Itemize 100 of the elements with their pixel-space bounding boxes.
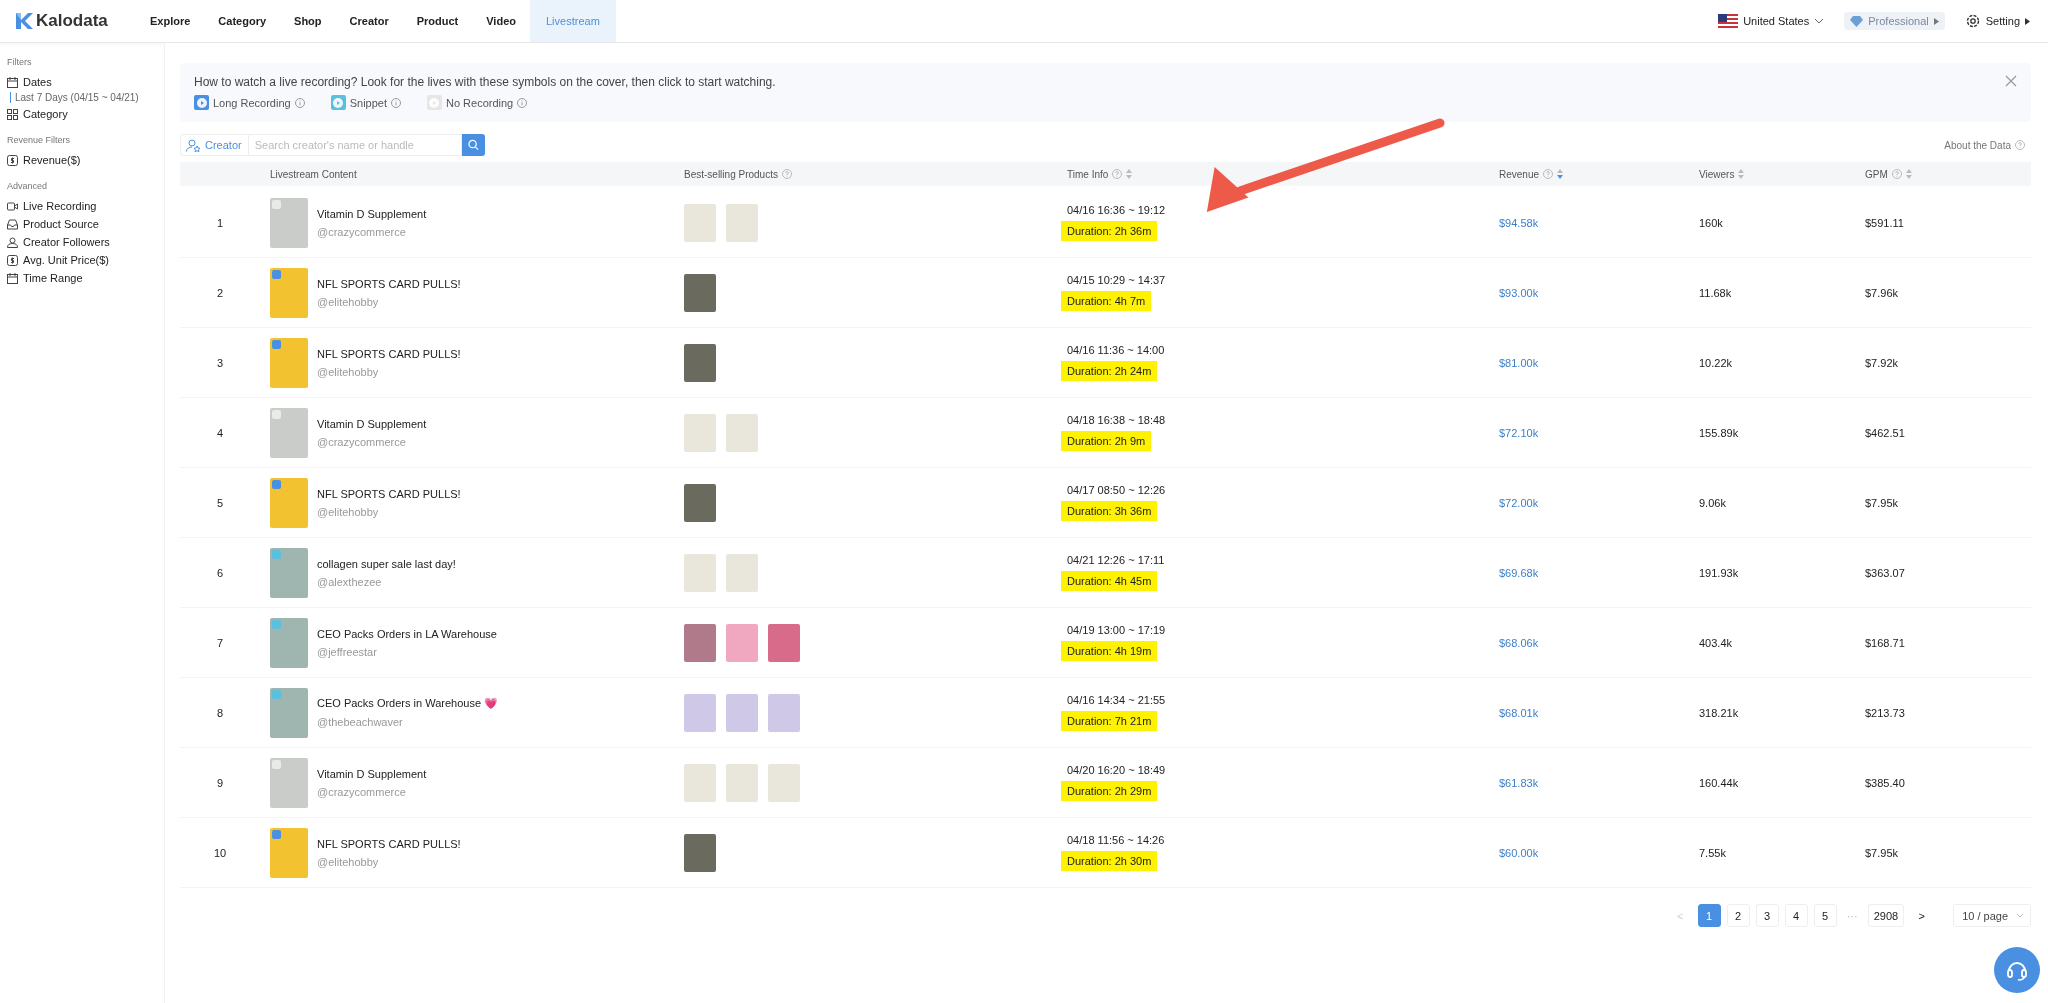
column-header[interactable]: Viewers — [1699, 168, 1735, 180]
info-icon[interactable] — [294, 97, 305, 108]
column-header[interactable]: Revenue — [1499, 168, 1540, 180]
livestream-title[interactable]: collagen super sale last day! — [317, 557, 456, 570]
cover-photo-placeholder[interactable] — [270, 687, 308, 738]
revenue-link[interactable]: $61.83k — [1499, 776, 1539, 789]
cover-photo-placeholder[interactable] — [270, 197, 308, 248]
nav-tab[interactable]: Explore — [136, 0, 205, 42]
rank-cell-text: 3 — [215, 356, 225, 369]
viewers-cell-text: 318.21k — [1698, 706, 1740, 719]
time-range: 04/19 13:00 ~ 17:19 — [1067, 624, 1166, 636]
revenue-link[interactable]: $68.01k — [1499, 706, 1539, 719]
livestream-title[interactable]: NFL SPORTS CARD PULLS! — [317, 277, 461, 290]
product-photo-placeholder[interactable] — [684, 833, 716, 872]
column-header[interactable]: Time Info — [1067, 168, 1109, 180]
page-button[interactable]: 3 — [1755, 904, 1779, 927]
search-button[interactable] — [461, 134, 485, 156]
column-header[interactable]: GPM — [1865, 168, 1888, 180]
help-icon[interactable] — [1891, 169, 1902, 179]
sidebar-filter-item[interactable]: Avg. Unit Price($) — [7, 251, 109, 269]
gpm-cell-text: $7.95k — [1864, 846, 1900, 859]
product-photo-placeholder[interactable] — [684, 483, 716, 522]
revenue-link[interactable]: $94.58k — [1499, 216, 1539, 229]
time-range: 04/16 11:36 ~ 14:00 — [1067, 344, 1165, 356]
help-icon[interactable] — [1543, 169, 1554, 179]
livestream-title[interactable]: CEO Packs Orders in LA Warehouse — [317, 627, 497, 640]
viewers-cell-text: 9.06k — [1698, 496, 1727, 509]
sidebar-filter-item[interactable]: Category — [7, 105, 68, 123]
page-size-select[interactable]: 10 / page — [1953, 904, 2031, 927]
cover-photo-placeholder[interactable] — [270, 617, 308, 668]
cover-photo-placeholder[interactable] — [270, 547, 308, 598]
sidebar-filter-item[interactable]: Time Range — [7, 269, 83, 287]
revenue-link[interactable]: $69.68k — [1499, 566, 1539, 579]
product-photo-placeholder[interactable] — [684, 273, 716, 312]
revenue-link[interactable]: $72.00k — [1499, 496, 1539, 509]
sidebar-filter-item[interactable]: Dates — [7, 73, 52, 91]
rank-cell-text: 4 — [215, 426, 225, 439]
nav-tab[interactable]: Video — [472, 0, 530, 42]
livestream-title[interactable]: CEO Packs Orders in Warehouse 💗 — [317, 697, 499, 710]
cover-photo-placeholder[interactable] — [270, 757, 308, 808]
settings-button[interactable]: Setting — [1958, 12, 2036, 30]
nav-tab[interactable]: Category — [204, 0, 281, 42]
viewers-cell-text: 160.44k — [1698, 776, 1740, 789]
cover-photo-placeholder[interactable] — [270, 337, 308, 388]
close-icon[interactable] — [2005, 75, 2017, 87]
nav-tab[interactable]: Shop — [280, 0, 336, 42]
product-photo-placeholder[interactable] — [768, 623, 800, 662]
cover-photo-placeholder[interactable] — [270, 267, 308, 318]
revenue-link[interactable]: $81.00k — [1499, 356, 1539, 369]
livestream-title[interactable]: Vitamin D Supplement — [317, 767, 427, 780]
inbox-icon — [7, 218, 18, 230]
revenue-link[interactable]: $60.00k — [1499, 846, 1539, 859]
sidebar-filter-item[interactable]: Product Source — [7, 215, 99, 233]
page-button[interactable]: 2908 — [1867, 904, 1905, 927]
livestream-title[interactable]: NFL SPORTS CARD PULLS! — [317, 347, 461, 360]
livestream-title[interactable]: NFL SPORTS CARD PULLS! — [317, 487, 461, 500]
sidebar-filter-item[interactable]: Live Recording — [7, 197, 97, 215]
cover-photo-placeholder[interactable] — [270, 477, 308, 528]
page-button[interactable]: 4 — [1784, 904, 1808, 927]
about-data-link[interactable]: About the Data — [1938, 138, 2031, 152]
sort-icon[interactable] — [1738, 169, 1745, 179]
legend-label: Snippet — [349, 96, 387, 109]
search-field[interactable]: Search creator's name or handle — [248, 134, 462, 156]
revenue-link[interactable]: $93.00k — [1499, 286, 1539, 299]
livestream-title[interactable]: Vitamin D Supplement — [317, 417, 427, 430]
duration-text: Duration: 4h 7m — [1061, 291, 1152, 311]
help-icon — [2015, 140, 2025, 150]
viewers-cell-text: 403.4k — [1698, 636, 1734, 649]
sidebar-filter-item[interactable]: Creator Followers — [7, 233, 110, 251]
help-icon[interactable] — [1112, 169, 1123, 179]
livestream-title[interactable]: Vitamin D Supplement — [317, 207, 427, 220]
viewers-cell-text: 10.22k — [1698, 356, 1734, 369]
livestream-title[interactable]: NFL SPORTS CARD PULLS! — [317, 837, 461, 850]
sort-icon[interactable] — [1905, 169, 1912, 179]
product-photo-placeholder[interactable] — [684, 623, 716, 662]
selected-date-range: Last 7 Days (04/15 ~ 04/21) — [10, 92, 139, 103]
revenue-link[interactable]: $72.10k — [1499, 426, 1539, 439]
nav-tab[interactable]: Creator — [335, 0, 403, 42]
region-selector[interactable]: United States — [1712, 13, 1831, 29]
info-icon[interactable] — [391, 97, 401, 108]
help-icon[interactable] — [781, 169, 792, 179]
gpm-cell-text: $462.51 — [1864, 426, 1906, 439]
duration-text: Duration: 4h 45m — [1061, 571, 1158, 591]
time-range: 04/15 10:29 ~ 14:37 — [1067, 274, 1166, 286]
caret-icon — [2025, 17, 2030, 25]
page-button[interactable]: 5 — [1813, 904, 1837, 927]
sort-icon[interactable] — [1557, 169, 1564, 179]
time-range: 04/16 14:34 ~ 21:55 — [1067, 694, 1166, 706]
info-icon[interactable] — [517, 97, 528, 108]
sidebar-filter-item[interactable]: Revenue($) — [7, 151, 81, 169]
nav-tab[interactable]: Product — [402, 0, 473, 42]
kalodata-logo[interactable]: Kalodata — [0, 11, 136, 31]
sort-icon[interactable] — [1126, 169, 1133, 179]
rank-cell-text: 10 — [212, 846, 228, 859]
product-photo-placeholder[interactable] — [684, 343, 716, 382]
page-button[interactable]: 2 — [1726, 904, 1750, 927]
cover-photo-placeholder[interactable] — [270, 827, 308, 878]
revenue-link[interactable]: $68.06k — [1499, 636, 1539, 649]
rank-cell-text: 7 — [215, 636, 225, 649]
cover-photo-placeholder[interactable] — [270, 407, 308, 458]
